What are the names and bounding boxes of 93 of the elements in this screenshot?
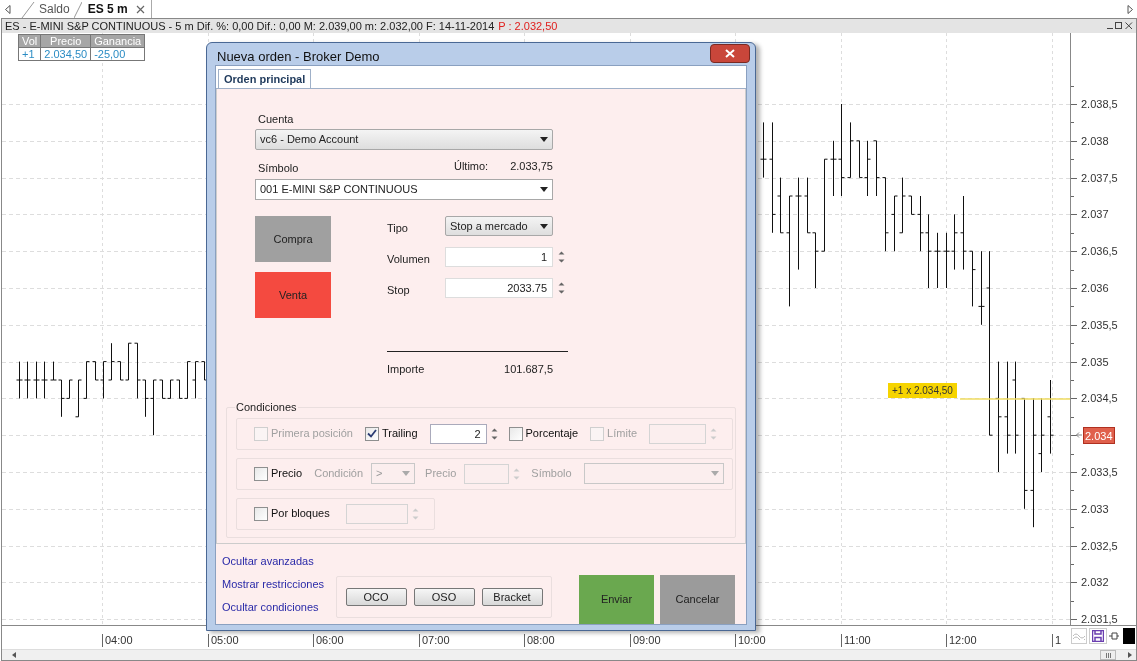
field-label: Símbolo	[258, 161, 299, 175]
close-button[interactable]	[710, 44, 750, 63]
wave-icon	[1073, 632, 1085, 640]
dialog-title: Nueva orden - Broker Demo	[217, 49, 380, 65]
cancel-button[interactable]: Cancelar	[660, 575, 735, 624]
arrow-icon	[1076, 432, 1082, 439]
chart-info: ES - E-MINI S&P CONTINUOUS - 5 m Dif. %: 0,00 Dif.: 0,00 M: 2.039,00 m: 2.032,00 F: 14-11-2014	[5, 20, 495, 32]
input-field[interactable]: 1	[445, 247, 553, 267]
axis-label: 2.033	[1081, 501, 1109, 516]
order-type-button[interactable]: Bracket	[481, 588, 543, 606]
color-swatch[interactable]	[1123, 628, 1135, 644]
dropdown[interactable]: Stop a mercado	[445, 216, 553, 236]
time-label: 05:00	[208, 634, 239, 647]
scroll-left-icon[interactable]	[12, 652, 16, 658]
order-type-button[interactable]: OCO	[345, 588, 407, 606]
caret-icon	[710, 471, 719, 476]
field-label: Tipo	[387, 221, 409, 235]
close-icon[interactable]	[135, 4, 145, 14]
input-field[interactable]: 2	[429, 423, 487, 444]
field-label: Precio	[425, 466, 457, 482]
axis-label: 2.036	[1081, 281, 1109, 295]
last-price: P : 2.032,50	[498, 20, 558, 32]
caret-icon	[540, 223, 548, 229]
spin-button[interactable]	[557, 249, 566, 265]
time-label: 06:00	[313, 634, 344, 647]
link[interactable]: Mostrar restricciones	[222, 576, 336, 592]
checkmark-icon	[366, 429, 377, 438]
tab-divider	[21, 0, 35, 18]
axis-label: 2.032,5	[1081, 538, 1118, 553]
axis-label: 2.035,5	[1081, 317, 1118, 332]
time-label: 04:00	[102, 634, 133, 647]
caret-icon	[402, 471, 411, 476]
field-label: Cuenta	[258, 112, 295, 126]
order-type-button[interactable]: OSO	[413, 588, 475, 606]
position-marker: +1 x 2.034,50	[888, 383, 957, 399]
time-label: 1	[1052, 634, 1062, 647]
time-label: 10:00	[735, 634, 766, 647]
checkbox: Límite	[590, 425, 638, 442]
column-header: Ganancia	[90, 34, 145, 48]
scroll-thumb[interactable]	[1100, 650, 1116, 660]
checkbox[interactable]: Trailing	[364, 425, 418, 442]
caret-icon	[540, 137, 548, 142]
column-header: Vol	[18, 34, 41, 48]
last-price-value: 2.033,75	[510, 159, 553, 173]
axis-label: 2.035	[1081, 354, 1109, 369]
submit-button[interactable]: Enviar	[579, 575, 654, 624]
total-value: 101.687,5	[504, 362, 553, 377]
tab-divider	[73, 0, 82, 18]
time-label: 11:00	[841, 634, 871, 647]
axis-label: 2.033,5	[1081, 465, 1118, 479]
axis-label: 2.038,5	[1081, 97, 1118, 111]
caret-icon	[540, 187, 548, 192]
checkbox: Primera posición	[254, 425, 353, 442]
axis-label: 2.032	[1081, 575, 1109, 590]
pin-icon[interactable]	[1109, 631, 1119, 641]
maximize-icon[interactable]	[1115, 22, 1123, 30]
time-label: 09:00	[630, 634, 661, 647]
axis-label: 2.037	[1081, 207, 1109, 222]
scroll-right-icon[interactable]	[1127, 5, 1133, 14]
checkbox[interactable]: Porcentaje	[508, 425, 579, 442]
field-label: Último:	[453, 159, 489, 173]
current-price: 2.034	[1083, 426, 1115, 444]
axis-label: 2.031,5	[1081, 612, 1118, 627]
column-header: Precio	[40, 34, 91, 48]
field-label: Condición	[314, 466, 364, 482]
save-button[interactable]	[1089, 628, 1107, 644]
field-label: Volumen	[387, 252, 431, 266]
axis-label: 2.034,5	[1081, 391, 1118, 406]
checkbox[interactable]: Por bloques	[254, 505, 330, 522]
axis-label: 2.036,5	[1081, 244, 1118, 259]
close-icon[interactable]	[1125, 22, 1133, 30]
field-label: Símbolo	[531, 466, 572, 482]
tab[interactable]: Saldo	[35, 0, 74, 18]
scroll-right-icon[interactable]	[1128, 652, 1132, 658]
close-icon	[725, 49, 735, 58]
axis-label: 2.038	[1081, 133, 1109, 148]
dropdown[interactable]: 001 E-MINI S&P CONTINUOUS	[255, 179, 553, 200]
side-button[interactable]: Venta	[255, 272, 331, 318]
axis-label: 2.037,5	[1081, 170, 1118, 185]
time-label: 07:00	[419, 634, 450, 647]
scroll-left-icon[interactable]	[5, 5, 11, 14]
time-label: 08:00	[524, 634, 555, 647]
dropdown[interactable]: vc6 - Demo Account	[255, 129, 553, 150]
tab[interactable]: Orden principal	[218, 69, 312, 88]
field-label: Stop	[387, 283, 411, 297]
spin-button[interactable]	[557, 280, 566, 296]
time-label: 12:00	[946, 634, 977, 647]
link[interactable]: Ocultar condiciones	[222, 599, 336, 615]
checkbox[interactable]: Precio	[254, 465, 303, 482]
input-field[interactable]: 2033.75	[445, 278, 553, 298]
link[interactable]: Ocultar avanzadas	[222, 553, 336, 569]
side-button[interactable]: Compra	[255, 216, 331, 262]
field-label: Importe	[387, 362, 425, 377]
